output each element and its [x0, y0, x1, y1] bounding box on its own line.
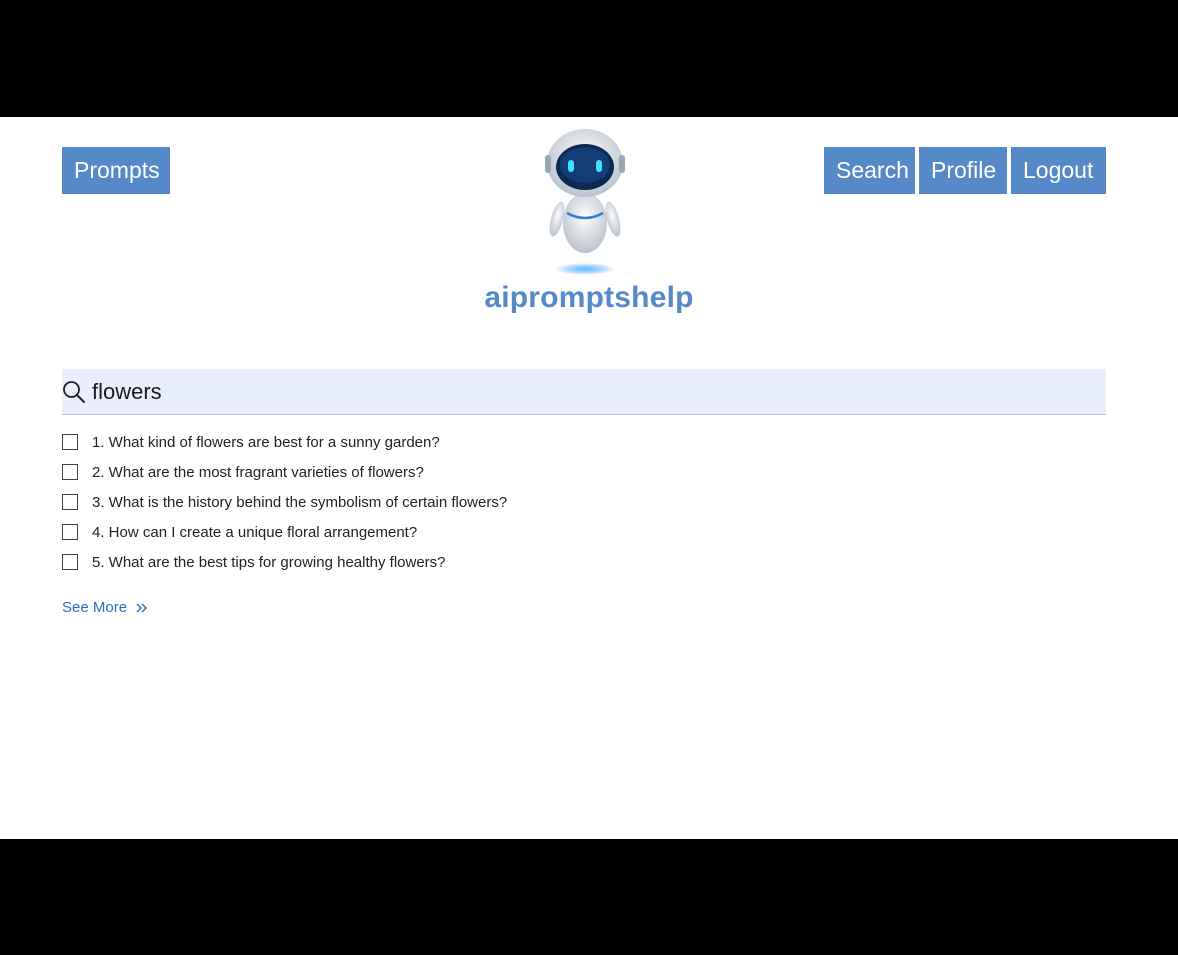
- results-list: 1. What kind of flowers are best for a s…: [62, 427, 1106, 577]
- list-item[interactable]: 5. What are the best tips for growing he…: [62, 547, 1106, 577]
- list-item[interactable]: 1. What kind of flowers are best for a s…: [62, 427, 1106, 457]
- see-more-label: See More: [62, 599, 128, 616]
- list-item-label: 1. What kind of flowers are best for a s…: [92, 433, 440, 451]
- list-item-label: 2. What are the most fragrant varieties …: [92, 463, 424, 481]
- profile-button[interactable]: Profile: [919, 147, 1007, 194]
- list-item[interactable]: 2. What are the most fragrant varieties …: [62, 457, 1106, 487]
- search-bar[interactable]: [62, 369, 1106, 415]
- checkbox[interactable]: [62, 554, 78, 570]
- search-button[interactable]: Search: [824, 147, 915, 194]
- checkbox[interactable]: [62, 494, 78, 510]
- checkbox[interactable]: [62, 524, 78, 540]
- robot-mascot-icon: [530, 125, 640, 281]
- list-item-label: 3. What is the history behind the symbol…: [92, 493, 508, 511]
- list-item-label: 4. How can I create a unique floral arra…: [92, 523, 418, 541]
- list-item-label: 5. What are the best tips for growing he…: [92, 553, 446, 571]
- page: Prompts Search Profile Logout aipromptsh…: [0, 117, 1178, 839]
- double-chevron-right-icon: [135, 601, 149, 615]
- checkbox[interactable]: [62, 464, 78, 480]
- search-icon[interactable]: [62, 380, 86, 404]
- see-more-link[interactable]: See More: [62, 599, 149, 616]
- list-item[interactable]: 4. How can I create a unique floral arra…: [62, 517, 1106, 547]
- search-input[interactable]: [92, 369, 1092, 415]
- checkbox[interactable]: [62, 434, 78, 450]
- brand-name: aipromptshelp: [484, 281, 694, 314]
- list-item[interactable]: 3. What is the history behind the symbol…: [62, 487, 1106, 517]
- logout-button[interactable]: Logout: [1011, 147, 1106, 194]
- prompts-button[interactable]: Prompts: [62, 147, 170, 194]
